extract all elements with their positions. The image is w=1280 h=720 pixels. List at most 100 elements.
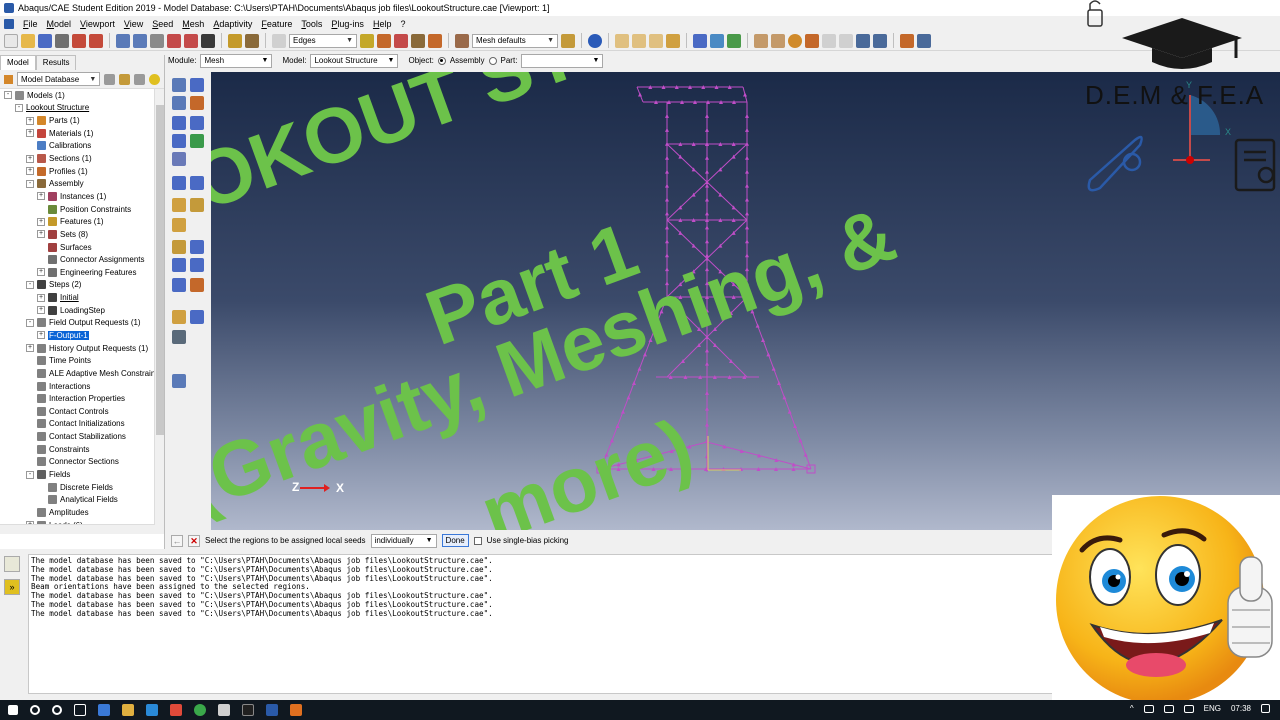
chrome-icon[interactable] — [194, 704, 206, 716]
menu-view[interactable]: View — [124, 19, 143, 29]
selection-filter-select[interactable]: Edges ▼ — [289, 33, 357, 48]
tree-item[interactable]: - Assembly — [0, 177, 164, 190]
mesh-tool-icon[interactable] — [190, 116, 204, 130]
view-iso-icon[interactable] — [615, 33, 629, 48]
tree-item[interactable]: + Features (1) — [0, 215, 164, 228]
mesh-tool-icon[interactable] — [190, 96, 204, 110]
mesh-tool-icon[interactable] — [172, 152, 186, 166]
menu-plugins[interactable]: Plug-ins — [331, 19, 364, 29]
new-file-icon[interactable] — [4, 33, 18, 48]
file-explorer-icon[interactable] — [122, 704, 134, 716]
app-menu-icon[interactable] — [4, 18, 14, 29]
display-group-icon[interactable] — [805, 33, 819, 48]
magnify-icon[interactable] — [150, 33, 164, 48]
language-indicator[interactable]: ENG — [1204, 704, 1221, 713]
mesh-tool-icon[interactable] — [172, 374, 186, 388]
volume-icon[interactable] — [1183, 704, 1194, 713]
menu-tools[interactable]: Tools — [301, 19, 322, 29]
office-icon[interactable] — [170, 704, 182, 716]
select-circle-icon[interactable] — [394, 33, 408, 48]
auto-fit-icon[interactable] — [184, 33, 198, 48]
module-select[interactable]: Mesh ▼ — [200, 53, 273, 68]
clock[interactable]: 07:38 — [1231, 704, 1251, 713]
assembly-radio[interactable] — [437, 56, 446, 65]
notifications-icon[interactable] — [1261, 704, 1270, 713]
render-style-icon[interactable] — [455, 33, 469, 48]
cancel-procedure-icon[interactable]: ✕ — [188, 534, 200, 547]
select-box-icon[interactable] — [360, 33, 374, 48]
battery-icon[interactable] — [1143, 704, 1154, 713]
tree-item[interactable]: - Steps (2) — [0, 279, 164, 292]
cycle-views-icon[interactable] — [201, 33, 215, 48]
print-icon[interactable] — [55, 33, 69, 48]
tree-item[interactable]: Position Constraints — [0, 203, 164, 216]
expand-icon[interactable]: + — [26, 167, 34, 176]
save-icon[interactable] — [38, 33, 52, 48]
tile-icon[interactable] — [917, 33, 931, 48]
tree-item[interactable]: - Lookout Structure — [0, 102, 164, 115]
view-top-icon[interactable] — [649, 33, 663, 48]
mesh-tool-icon[interactable] — [172, 240, 186, 254]
collapse-icon[interactable]: - — [15, 103, 23, 112]
tree-item[interactable]: Analytical Fields — [0, 494, 164, 507]
mesh-tool-icon[interactable] — [172, 278, 186, 292]
query-icon[interactable] — [228, 33, 242, 48]
tree-item[interactable]: Interactions — [0, 380, 164, 393]
open-folder-icon[interactable] — [21, 33, 35, 48]
mesh-tool-icon[interactable] — [172, 330, 186, 344]
tree-item[interactable]: Calibrations — [0, 140, 164, 153]
tree-item[interactable]: + Initial — [0, 291, 164, 304]
tree-item[interactable]: Constraints — [0, 443, 164, 456]
message-area-icon[interactable] — [4, 556, 20, 572]
model-select[interactable]: Lookout Structure ▼ — [310, 53, 399, 68]
tab-model[interactable]: Model — [0, 55, 36, 70]
mesh-tool-icon[interactable] — [172, 96, 186, 110]
tree-item[interactable]: - Fields — [0, 468, 164, 481]
shaded-icon[interactable] — [727, 33, 741, 48]
expand-icon[interactable]: + — [26, 154, 34, 163]
viewport[interactable]: Z X LOOKOUT STRUCTURE - Part 1 (Gravity,… — [211, 72, 1280, 530]
menu-adaptivity[interactable]: Adaptivity — [213, 19, 252, 29]
python-console-icon[interactable]: » — [4, 579, 20, 595]
grid-icon[interactable] — [856, 33, 870, 48]
mesh-tool-icon[interactable] — [172, 258, 186, 272]
view-side-icon[interactable] — [666, 33, 680, 48]
menu-help[interactable]: Help — [373, 19, 392, 29]
tree-item[interactable]: Contact Initializations — [0, 418, 164, 431]
back-arrow-icon[interactable]: ← — [171, 534, 183, 547]
search-icon[interactable] — [30, 705, 40, 715]
tree-expand-icon[interactable] — [119, 73, 131, 85]
tree-item[interactable]: + Sections (1) — [0, 152, 164, 165]
tree-item[interactable]: Amplitudes — [0, 506, 164, 519]
tree-item[interactable]: + F-Output-1 — [0, 329, 164, 342]
tree-item[interactable]: Time Points — [0, 354, 164, 367]
menu-viewport[interactable]: Viewport — [80, 19, 115, 29]
tree-item[interactable]: ALE Adaptive Mesh Constraints — [0, 367, 164, 380]
list-icon[interactable] — [245, 33, 259, 48]
mesh-tool-icon[interactable] — [190, 134, 204, 148]
export-icon[interactable] — [72, 33, 86, 48]
scrollbar-thumb[interactable] — [156, 105, 164, 435]
menu-mesh[interactable]: Mesh — [182, 19, 204, 29]
select-polygon-icon[interactable] — [377, 33, 391, 48]
tree-horizontal-scrollbar[interactable] — [0, 524, 155, 534]
layout-icon[interactable] — [873, 33, 887, 48]
expand-icon[interactable]: + — [26, 344, 34, 353]
mesh-tool-icon[interactable] — [190, 240, 204, 254]
color-code-icon[interactable] — [754, 33, 768, 48]
translate-icon[interactable] — [900, 33, 914, 48]
mesh-tool-icon[interactable] — [190, 198, 204, 212]
tree-collapse-icon[interactable] — [134, 73, 146, 85]
pan-icon[interactable] — [116, 33, 130, 48]
tree-item[interactable]: Interaction Properties — [0, 392, 164, 405]
part-radio[interactable] — [488, 56, 497, 65]
mesh-tool-icon[interactable] — [172, 310, 186, 324]
display-options-icon[interactable] — [561, 33, 575, 48]
mesh-tool-icon[interactable] — [190, 310, 204, 324]
wireframe-icon[interactable] — [693, 33, 707, 48]
part-select[interactable]: ▼ — [521, 53, 604, 68]
cortana-icon[interactable] — [52, 705, 62, 715]
zoom-box-icon[interactable] — [167, 33, 181, 48]
tree-item[interactable]: Discrete Fields — [0, 481, 164, 494]
tree-vertical-scrollbar[interactable] — [154, 89, 164, 534]
